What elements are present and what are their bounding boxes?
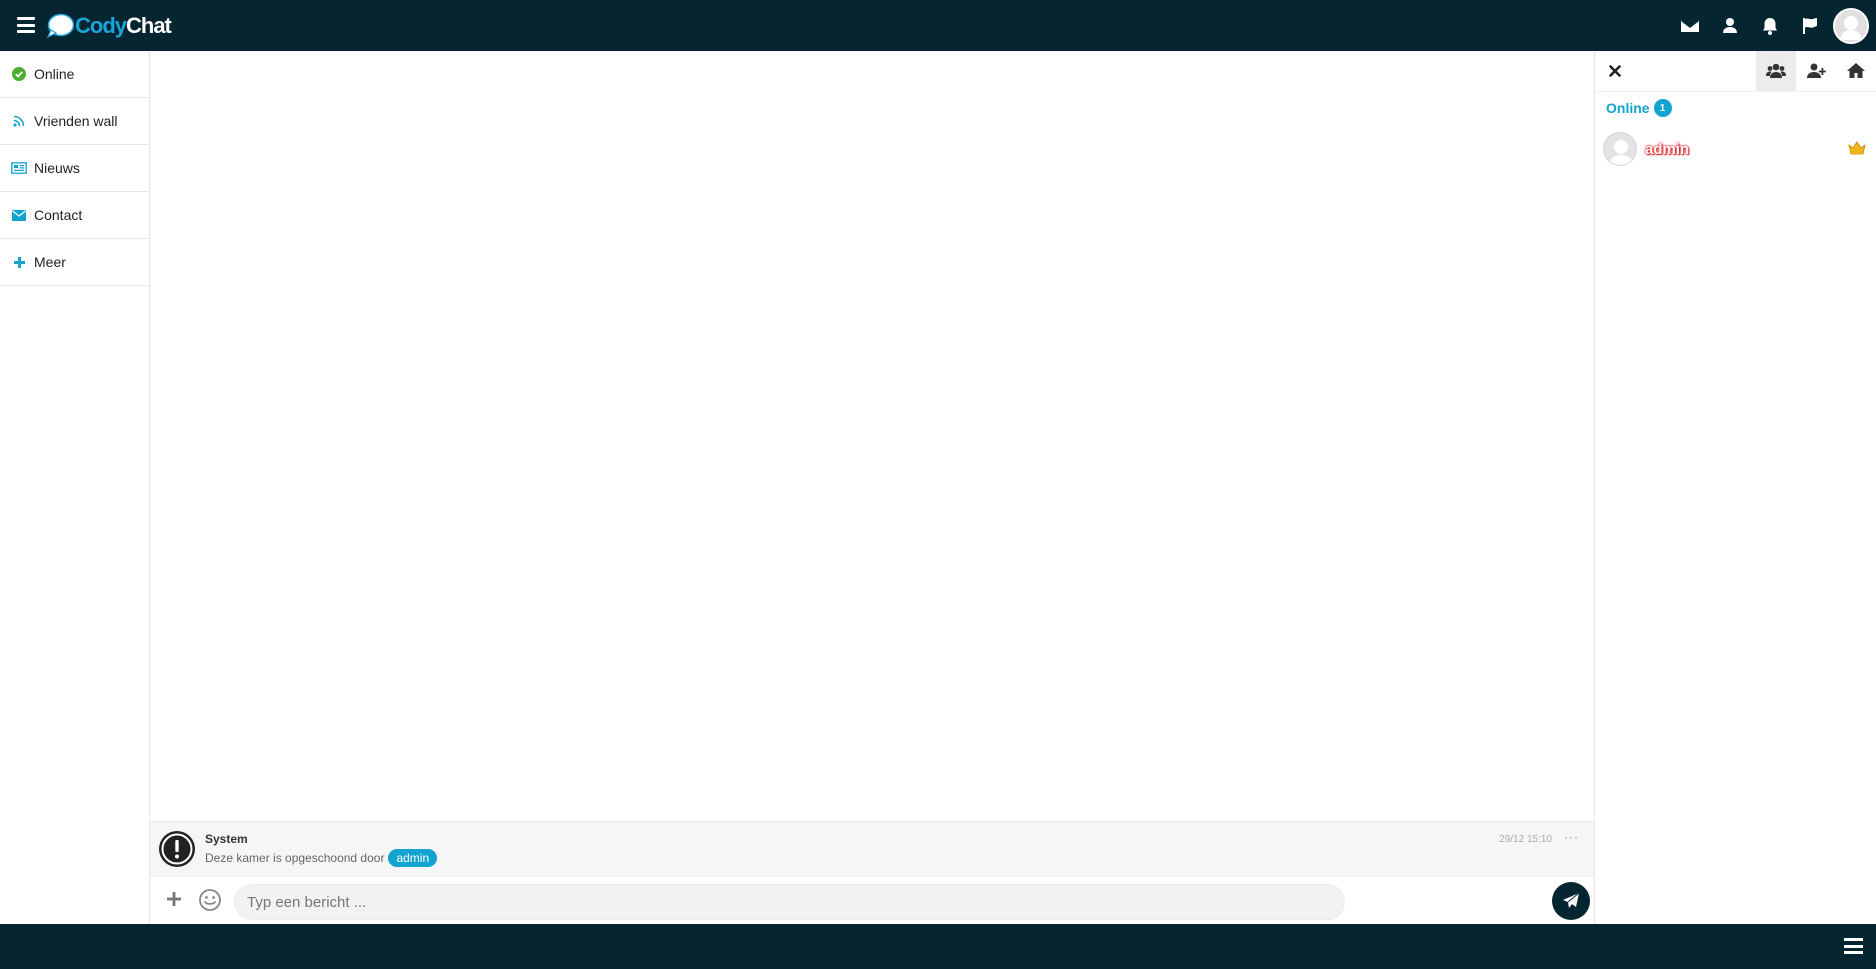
left-sidebar: Online Vrienden wall Nieuws Contact Meer [0, 51, 150, 924]
sidebar-item-online[interactable]: Online [0, 51, 149, 98]
rss-icon [11, 113, 27, 129]
emoji-button[interactable] [198, 888, 222, 912]
send-button[interactable] [1552, 882, 1590, 920]
crown-icon [1848, 141, 1866, 155]
paper-plane-icon [1563, 892, 1580, 908]
chat-bubble-icon [46, 13, 74, 39]
bell-icon[interactable] [1750, 0, 1790, 51]
sidebar-item-vrienden-wall[interactable]: Vrienden wall [0, 98, 149, 145]
tab-online-users[interactable] [1756, 51, 1796, 91]
menu-icon[interactable] [17, 17, 35, 33]
sidebar-item-label: Vrienden wall [34, 113, 118, 129]
message-text: Deze kamer is opgeschoond door admin [205, 849, 438, 867]
online-label: Online [1606, 100, 1650, 116]
panel-tabs [1756, 51, 1876, 91]
top-icons [1670, 0, 1876, 51]
username: admin [1645, 141, 1690, 158]
envelope-icon[interactable] [1670, 0, 1710, 51]
sidebar-item-contact[interactable]: Contact [0, 192, 149, 239]
sidebar-item-nieuws[interactable]: Nieuws [0, 145, 149, 192]
message-options-button[interactable]: ··· [1564, 830, 1579, 844]
sidebar-item-meer[interactable]: Meer [0, 239, 149, 286]
alert-icon [158, 830, 196, 868]
plus-icon [11, 254, 27, 270]
smiley-icon [199, 889, 221, 911]
message-input[interactable] [234, 884, 1345, 920]
home-icon [1847, 63, 1865, 78]
system-message: System Deze kamer is opgeschoond door ad… [150, 821, 1594, 877]
user-icon[interactable] [1710, 0, 1750, 51]
online-count-badge: 1 [1653, 99, 1672, 117]
flag-icon[interactable] [1790, 0, 1830, 51]
top-bar: CodyChat [0, 0, 1876, 51]
envelope-icon [11, 207, 27, 223]
message-body: Deze kamer is opgeschoond door [205, 851, 385, 865]
message-author: System [205, 832, 248, 846]
check-circle-icon [11, 66, 27, 82]
plus-icon [167, 892, 181, 906]
user-list-item[interactable]: admin [1595, 127, 1876, 169]
mention-badge[interactable]: admin [388, 849, 438, 867]
bottom-bar [0, 924, 1876, 969]
sidebar-item-label: Nieuws [34, 160, 80, 176]
sidebar-item-label: Online [34, 66, 75, 82]
logo[interactable]: CodyChat [46, 12, 172, 40]
online-heading: Online 1 [1606, 99, 1672, 117]
right-panel: Online 1 admin [1594, 51, 1876, 924]
sidebar-item-label: Contact [34, 207, 83, 223]
message-time: 29/12 15:10 [1499, 834, 1552, 845]
newspaper-icon [11, 160, 27, 176]
user-plus-icon [1807, 63, 1826, 78]
avatar [1603, 132, 1637, 166]
users-icon [1766, 63, 1786, 78]
menu-icon[interactable] [1844, 938, 1863, 954]
panel-header [1595, 51, 1876, 92]
tab-friends[interactable] [1796, 51, 1836, 91]
tab-rooms[interactable] [1836, 51, 1876, 91]
input-bar [150, 877, 1594, 924]
close-icon[interactable] [1605, 61, 1625, 81]
avatar[interactable] [1833, 7, 1869, 44]
add-attachment-button[interactable] [162, 887, 186, 911]
sidebar-item-label: Meer [34, 254, 66, 270]
logo-text-chat: Chat [126, 13, 172, 38]
chat-area: System Deze kamer is opgeschoond door ad… [150, 51, 1594, 924]
logo-text-cody: Cody [75, 13, 127, 38]
